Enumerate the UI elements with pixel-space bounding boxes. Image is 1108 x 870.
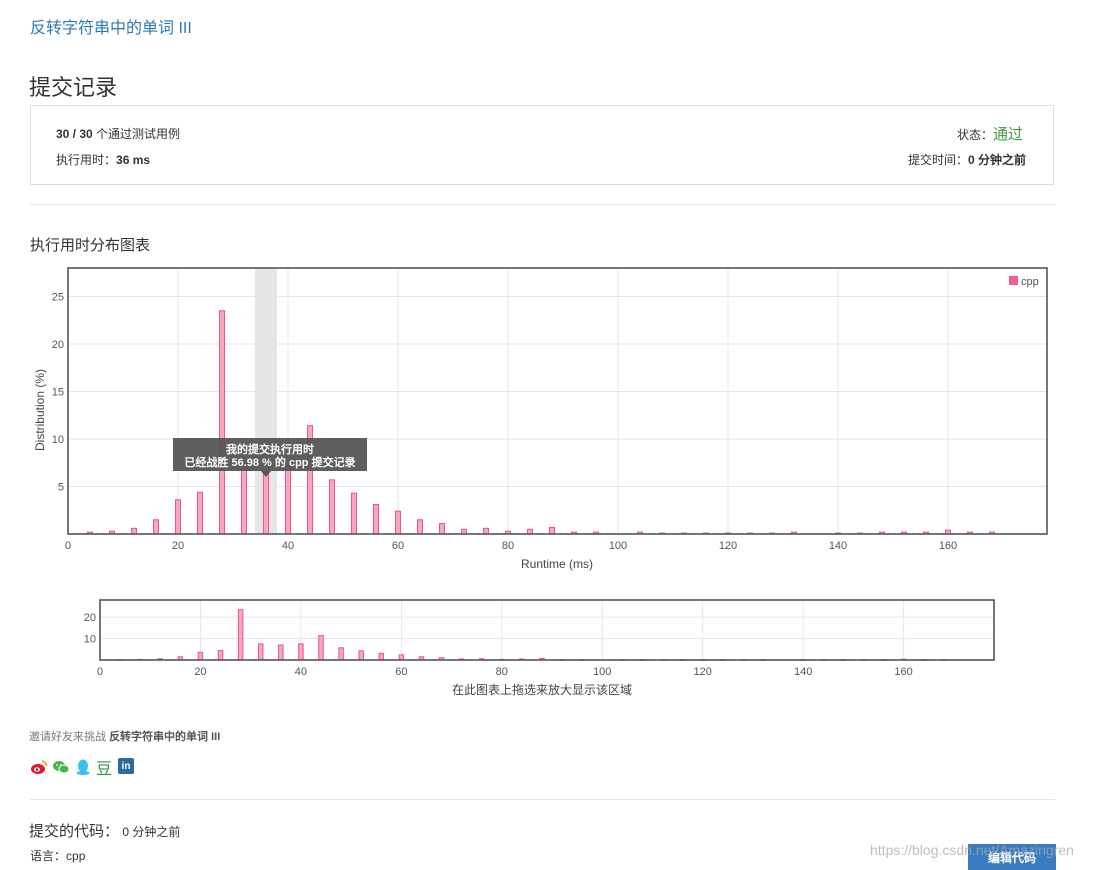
bar: [217, 650, 224, 661]
x-tick-label: 140: [794, 666, 812, 678]
runtime-distribution-chart[interactable]: 0 20 40 60 80 100 120 140 160 5 10 15 20 25 Runtime (m…: [33, 267, 1048, 571]
x-tick-label: 40: [282, 540, 294, 552]
x-tick-label: 40: [295, 666, 307, 678]
bar: [358, 650, 364, 661]
wechat-icon[interactable]: [52, 758, 70, 776]
bar: [241, 462, 247, 535]
x-tick-label: 20: [172, 540, 184, 552]
y-tick-label: 10: [84, 634, 96, 646]
x-tick-label: 160: [894, 666, 912, 678]
bar: [175, 499, 181, 535]
x-tick-label: 160: [939, 540, 957, 552]
x-tick-label: 120: [719, 540, 737, 552]
legend-label: cpp: [1021, 276, 1039, 288]
y-tick-label: 15: [52, 387, 64, 399]
x-tick-label: 80: [496, 666, 508, 678]
bar: [263, 467, 269, 535]
x-tick-label: 100: [593, 666, 611, 678]
invite-problem: 反转字符串中的单词 III: [109, 731, 221, 743]
navigator-chart[interactable]: 0 20 40 60 80 100 120 140 160 10 20 在此图表上拖选来放大显示该区域: [84, 599, 995, 697]
language-label: 语言：: [30, 849, 67, 863]
y-tick-label: 20: [52, 339, 64, 351]
y-tick-label: 10: [52, 434, 64, 446]
x-tick-label: 100: [609, 540, 627, 552]
bar: [237, 609, 244, 661]
code-section-title: 提交的代码： 0 分钟之前: [29, 820, 180, 841]
x-tick-label: 60: [395, 666, 407, 678]
bar: [197, 651, 204, 661]
code-submit-time: 0 分钟之前: [119, 825, 181, 839]
bar: [395, 510, 401, 535]
y-axis-label: Distribution (%): [33, 369, 47, 451]
invite-prefix: 邀请好友来挑战: [29, 731, 110, 743]
bar: [329, 479, 335, 535]
bar: [219, 310, 225, 535]
divider: [30, 799, 1055, 800]
plot-background: [68, 268, 1047, 534]
navigator-caption: 在此图表上拖选来放大显示该区域: [452, 682, 632, 697]
bar: [439, 523, 445, 535]
code-title-label: 提交的代码：: [29, 823, 120, 840]
bar: [285, 462, 291, 535]
bar: [131, 527, 137, 535]
plot-background: [100, 600, 994, 660]
linkedin-icon[interactable]: in: [118, 758, 134, 774]
bar: [373, 504, 379, 535]
bar: [298, 643, 304, 661]
runtime-chart-area[interactable]: 0 20 40 60 80 100 120 140 160510152025Runtime (m…: [0, 0, 1108, 720]
bar: [378, 652, 385, 661]
x-tick-label: 0: [65, 540, 71, 552]
bar: [417, 519, 423, 535]
y-tick-label: 5: [58, 482, 64, 494]
x-tick-label: 120: [694, 666, 712, 678]
x-axis-label: Runtime (ms): [521, 557, 593, 571]
language-info: 语言：cpp: [30, 847, 85, 864]
bar: [257, 643, 264, 661]
qq-icon[interactable]: [74, 758, 92, 776]
x-tick-label: 80: [502, 540, 514, 552]
x-tick-label: 20: [194, 666, 206, 678]
weibo-icon[interactable]: [30, 758, 48, 776]
bar: [549, 526, 555, 535]
bar: [338, 647, 344, 661]
legend-swatch: [1009, 276, 1018, 285]
y-tick-label: 25: [52, 292, 64, 304]
bar: [197, 491, 203, 535]
douban-icon[interactable]: 豆: [95, 758, 113, 778]
bar: [153, 519, 159, 535]
bar: [318, 635, 324, 661]
x-tick-label: 140: [829, 540, 847, 552]
tooltip-line-1: 我的提交执行用时: [226, 442, 314, 456]
tooltip-line-2: 已经战胜 56.98 % 的 cpp 提交记录: [184, 455, 355, 469]
x-tick-label: 0: [97, 666, 103, 678]
language-value: cpp: [66, 849, 86, 863]
x-tick-label: 60: [392, 540, 404, 552]
bar: [351, 492, 357, 535]
edit-code-button[interactable]: 编辑代码: [968, 844, 1056, 870]
invite-text: 邀请好友来挑战 反转字符串中的单词 III: [29, 728, 220, 744]
y-tick-label: 20: [84, 612, 96, 624]
bar: [483, 527, 489, 535]
bar: [278, 644, 284, 661]
